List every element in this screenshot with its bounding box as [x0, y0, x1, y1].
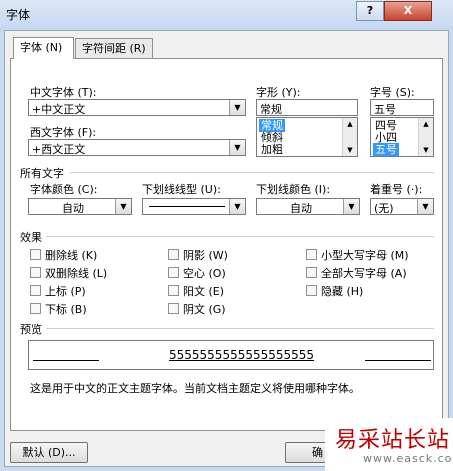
divider: [46, 236, 434, 237]
emphasis-mark-combo[interactable]: (无) ▼: [370, 198, 434, 215]
hidden-checkbox[interactable]: [306, 285, 317, 296]
close-button[interactable]: X: [384, 1, 432, 21]
font-color-label: 字体颜色 (C):: [30, 183, 98, 196]
font-style-input[interactable]: 常规: [256, 99, 358, 116]
shadow-label: 阴影 (W): [183, 249, 228, 262]
chinese-font-value: +中文正文: [32, 103, 86, 116]
font-color-value: 自动: [62, 202, 84, 215]
chinese-font-combo[interactable]: +中文正文 ▼: [28, 99, 246, 116]
emboss-label: 阳文 (E): [183, 285, 225, 298]
western-font-combo[interactable]: +西文正文 ▼: [28, 139, 246, 156]
font-size-list[interactable]: 四号 小四 五号 ▲ ▼: [370, 117, 434, 157]
default-button[interactable]: 默认 (D)...: [10, 442, 88, 463]
emphasis-mark-value: (无): [374, 202, 394, 215]
all-text-heading: 所有文字: [20, 167, 64, 180]
divider: [70, 172, 434, 173]
list-item[interactable]: 加粗: [259, 143, 285, 156]
chevron-up-icon[interactable]: ▲: [419, 118, 433, 130]
list-item[interactable]: 五号: [373, 143, 399, 156]
all-caps-checkbox[interactable]: [306, 267, 317, 278]
chevron-down-icon[interactable]: ▼: [115, 199, 131, 214]
font-style-label: 字形 (Y):: [256, 86, 301, 99]
subscript-label: 下标 (B): [45, 303, 87, 316]
window-title: 字体: [6, 8, 31, 22]
emphasis-mark-label: 着重号 (·):: [370, 183, 423, 196]
watermark-text: 易采站长站: [335, 428, 451, 453]
preview-baseline: [365, 360, 431, 361]
all-caps-label: 全部大写字母 (A): [321, 267, 407, 280]
double-strikethrough-checkbox[interactable]: [30, 267, 41, 278]
chevron-down-icon[interactable]: ▼: [419, 144, 433, 156]
subscript-checkbox[interactable]: [30, 303, 41, 314]
underline-color-combo[interactable]: 自动 ▼: [256, 198, 360, 215]
chevron-down-icon[interactable]: ▼: [229, 199, 245, 214]
underline-color-value: 自动: [290, 202, 312, 215]
western-font-value: +西文正文: [32, 143, 86, 156]
small-caps-checkbox[interactable]: [306, 249, 317, 260]
chevron-down-icon[interactable]: ▼: [229, 140, 245, 155]
chevron-down-icon[interactable]: ▼: [229, 100, 245, 115]
preview-box: 5555555555555555555: [28, 340, 434, 370]
watermark-url: www.easck.com: [363, 452, 453, 465]
scrollbar[interactable]: ▲ ▼: [418, 118, 433, 156]
chevron-down-icon[interactable]: ▼: [343, 144, 357, 156]
underline-sample: [149, 206, 225, 207]
font-size-input[interactable]: 五号: [370, 99, 434, 116]
superscript-label: 上标 (P): [45, 285, 86, 298]
preview-baseline: [33, 360, 99, 361]
small-caps-label: 小型大写字母 (M): [321, 249, 409, 262]
font-color-combo[interactable]: 自动 ▼: [28, 198, 132, 215]
engrave-checkbox[interactable]: [168, 303, 179, 314]
hidden-label: 隐藏 (H): [321, 285, 364, 298]
strikethrough-label: 删除线 (K): [45, 249, 98, 262]
chevron-down-icon[interactable]: ▼: [343, 199, 359, 214]
preview-description: 这是用于中文的正文主题字体。当前文档主题定义将使用哪种字体。: [30, 382, 360, 395]
superscript-checkbox[interactable]: [30, 285, 41, 296]
engrave-label: 阴文 (G): [183, 303, 226, 316]
font-size-label: 字号 (S):: [370, 86, 415, 99]
divider: [46, 328, 434, 329]
western-font-label: 西文字体 (F):: [30, 126, 97, 139]
preview-heading: 预览: [20, 323, 42, 336]
help-button[interactable]: ?: [356, 1, 384, 21]
outline-label: 空心 (O): [183, 267, 226, 280]
preview-sample-text: 5555555555555555555: [169, 348, 315, 362]
shadow-checkbox[interactable]: [168, 249, 179, 260]
chinese-font-label: 中文字体 (T):: [30, 86, 97, 99]
underline-style-combo[interactable]: ▼: [142, 198, 246, 215]
effects-heading: 效果: [20, 231, 42, 244]
underline-style-label: 下划线线型 (U):: [142, 183, 221, 196]
outline-checkbox[interactable]: [168, 267, 179, 278]
underline-color-label: 下划线颜色 (I):: [256, 183, 331, 196]
font-style-list[interactable]: 常规 倾斜 加粗 ▲ ▼: [256, 117, 358, 157]
chevron-down-icon[interactable]: ▼: [417, 199, 433, 214]
scrollbar[interactable]: ▲ ▼: [342, 118, 357, 156]
tab-font[interactable]: 字体 (N): [13, 37, 74, 59]
tab-character-spacing[interactable]: 字符间距 (R): [75, 38, 153, 58]
double-strikethrough-label: 双删除线 (L): [45, 267, 108, 280]
strikethrough-checkbox[interactable]: [30, 249, 41, 260]
emboss-checkbox[interactable]: [168, 285, 179, 296]
chevron-up-icon[interactable]: ▲: [343, 118, 357, 130]
